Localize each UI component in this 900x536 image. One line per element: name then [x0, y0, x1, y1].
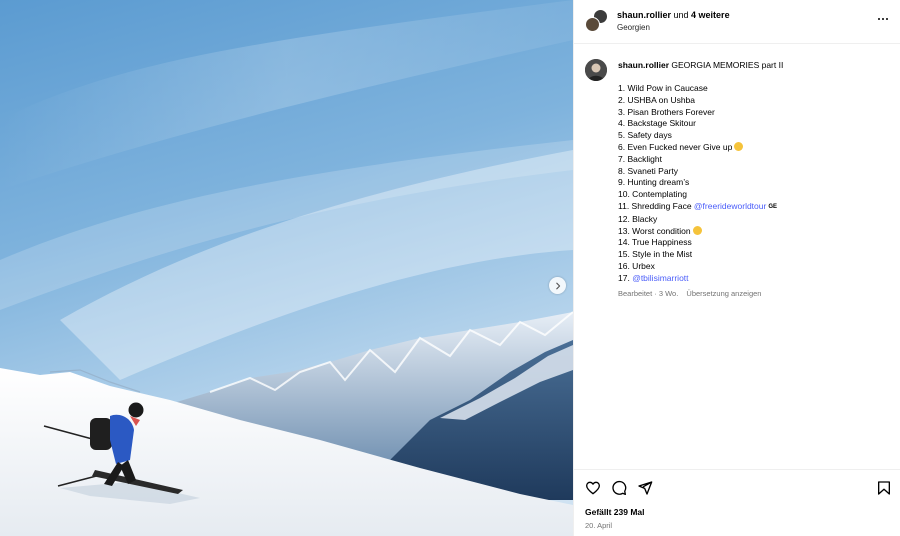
caption-list-item: 4. Backstage Skitour	[618, 118, 777, 130]
caption-list-item: 9. Hunting dream’s	[618, 177, 777, 189]
list-item-text: 1. Wild Pow in Caucase	[618, 83, 708, 93]
more-horizontal-icon	[878, 17, 888, 21]
collab-avatars[interactable]	[585, 9, 609, 33]
post-header: shaun.rollier und 4 weitere Georgien	[574, 0, 900, 44]
list-item-text: 17.	[618, 272, 633, 283]
caption-list-item: 13. Worst condition	[618, 225, 777, 238]
list-item-text: 4. Backstage Skitour	[618, 118, 696, 129]
caption-list-item: 10. Contemplating	[618, 189, 777, 201]
caption-meta: Bearbeitet · 3 Wo. Übersetzung anzeigen	[618, 289, 767, 298]
list-item-text: 9. Hunting dream’s	[618, 177, 690, 188]
next-photo-button[interactable]	[549, 277, 566, 294]
caption-list-item: 16. Urbex	[618, 261, 777, 273]
comment-icon	[612, 480, 627, 495]
list-item-text: 15. Style in the Mist	[618, 249, 693, 260]
caption-list: 1. Wild Pow in Caucase 2. USHBA on Ushba 3…	[618, 83, 777, 285]
caption-list-item: 11. Shredding Face @freerideworldtour GE	[618, 201, 777, 214]
emoji-icon	[734, 141, 744, 151]
more-options-button[interactable]	[877, 13, 889, 25]
list-item-text: 8. Svaneti Party	[618, 165, 679, 176]
chevron-right-icon	[555, 282, 560, 289]
caption-text: GEORGIA MEMORIES part II	[671, 60, 784, 70]
edited-time: Bearbeitet · 3 Wo.	[618, 289, 679, 298]
save-button[interactable]	[876, 480, 892, 496]
caption-list-item: 1. Wild Pow in Caucase	[618, 83, 777, 95]
action-bar: Gefällt 239 Mal 20. April	[574, 469, 900, 536]
avatar	[585, 17, 600, 32]
country-badge: GE	[768, 203, 778, 210]
post-side-panel: shaun.rollier und 4 weitere Georgien sha…	[573, 0, 900, 536]
send-icon	[638, 481, 653, 495]
caption-list-item: 8. Svaneti Party	[618, 166, 777, 178]
post-photo[interactable]	[0, 0, 573, 536]
list-item-text: 5. Safety days	[618, 130, 672, 141]
list-item-text: 12. Blacky	[618, 213, 658, 224]
list-item-text: 2. USHBA on Ushba	[618, 94, 696, 105]
caption-list-item: 7. Backlight	[618, 154, 777, 166]
heart-icon	[586, 481, 600, 495]
header-title: shaun.rollier und 4 weitere	[617, 10, 730, 21]
post-date: 20. April	[585, 521, 613, 530]
list-item-text: 3. Pisan Brothers Forever	[618, 106, 715, 117]
caption-username[interactable]: shaun.rollier	[618, 60, 669, 70]
caption-list-item: 17. @tbilisimarriott	[618, 273, 777, 285]
header-collab-count[interactable]: 4 weitere	[691, 10, 730, 20]
header-collab-joiner: und	[671, 10, 692, 20]
caption-list-item: 12. Blacky	[618, 214, 777, 226]
profile-photo-icon	[585, 59, 607, 81]
translate-link[interactable]: Übersetzung anzeigen	[686, 289, 761, 298]
caption-avatar[interactable]	[585, 59, 607, 81]
share-button[interactable]	[637, 480, 653, 496]
list-item-text: 6. Even Fucked never Give up	[618, 141, 733, 152]
caption-heading: shaun.rollier GEORGIA MEMORIES part II	[618, 60, 783, 71]
list-item-text: 7. Backlight	[618, 153, 662, 164]
caption-list-item: 14. True Happiness	[618, 237, 777, 249]
bookmark-icon	[878, 481, 890, 495]
list-item-text: 10. Contemplating	[618, 189, 687, 200]
caption-list-item: 2. USHBA on Ushba	[618, 95, 777, 107]
caption-list-item: 5. Safety days	[618, 130, 777, 142]
mention-link[interactable]: @freerideworldtour	[694, 201, 766, 211]
ski-photo-image	[0, 0, 573, 536]
like-button[interactable]	[585, 480, 601, 496]
list-item-text: 14. True Happiness	[618, 237, 692, 248]
like-count[interactable]: Gefällt 239 Mal	[585, 507, 645, 517]
caption-list-item: 6. Even Fucked never Give up	[618, 141, 777, 154]
list-item-text: 11. Shredding Face	[618, 200, 694, 211]
caption-list-item: 3. Pisan Brothers Forever	[618, 107, 777, 119]
mention-link[interactable]: @tbilisimarriott	[632, 273, 688, 283]
caption-list-item: 15. Style in the Mist	[618, 249, 777, 261]
list-item-text: 16. Urbex	[618, 260, 655, 271]
comment-button[interactable]	[611, 480, 627, 496]
location-link[interactable]: Georgien	[617, 23, 650, 32]
emoji-icon	[692, 225, 702, 235]
list-item-text: 13. Worst condition	[618, 225, 691, 236]
header-username[interactable]: shaun.rollier	[617, 10, 671, 20]
